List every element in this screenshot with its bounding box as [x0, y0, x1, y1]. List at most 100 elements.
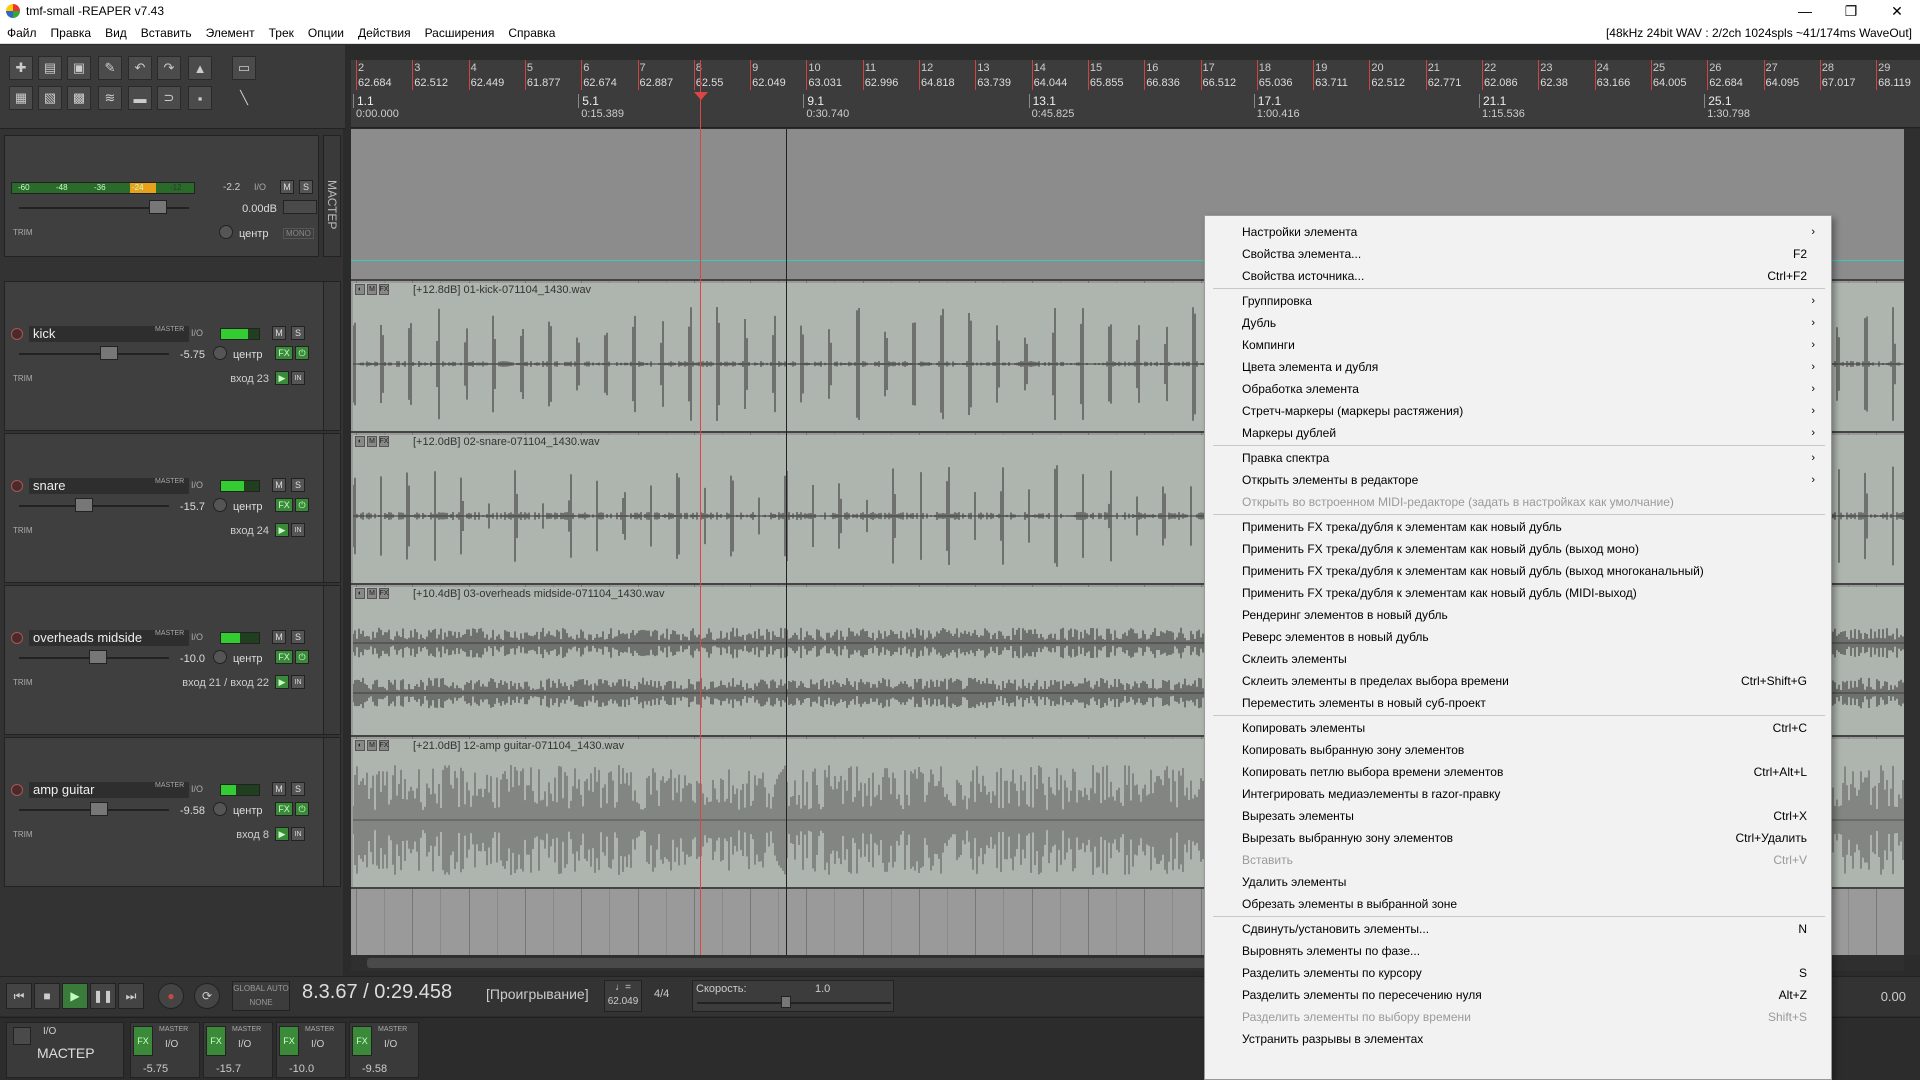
track-mute-button[interactable]: M — [272, 478, 286, 492]
track-input-monitor-button[interactable]: IN — [291, 675, 305, 689]
master-mono-button[interactable]: MONO — [283, 228, 314, 239]
context-menu-item[interactable]: Обработка элемента › — [1205, 378, 1831, 400]
context-menu-item[interactable]: Удалить элементы — [1205, 871, 1831, 893]
context-menu-item[interactable]: Склеить элементы в пределах выбора време… — [1205, 670, 1831, 692]
mixer-strip[interactable]: FX MASTER I/O -15.7 — [203, 1022, 273, 1078]
track-io-button[interactable]: I/O — [191, 328, 203, 338]
track-volume-fader[interactable] — [19, 353, 169, 355]
autoscroll-icon[interactable]: ⊃ — [157, 86, 181, 110]
minimize-button[interactable]: — — [1782, 0, 1828, 22]
track-mute-button[interactable]: M — [272, 782, 286, 796]
stop-icon[interactable]: ■ — [34, 983, 60, 1009]
track-monitor-icon[interactable]: ▶ — [275, 523, 289, 537]
speed-slider-knob[interactable] — [781, 996, 791, 1008]
context-menu-item[interactable]: Устранить разрывы в элементах — [1205, 1028, 1831, 1050]
track-mute-button[interactable]: M — [272, 630, 286, 644]
master-pan-knob[interactable] — [219, 225, 233, 239]
track-input[interactable]: вход 24 — [230, 525, 269, 537]
context-menu-item[interactable]: Копировать выбранную зону элементов — [1205, 739, 1831, 761]
track-fx-bypass-icon[interactable]: ⏻ — [295, 346, 309, 360]
context-menu-item[interactable]: Переместить элементы в новый суб-проект — [1205, 692, 1831, 714]
track-fx-button[interactable]: FX — [275, 650, 293, 664]
mixer-master-io[interactable]: I/O — [43, 1026, 56, 1037]
track-panel[interactable]: amp guitar MASTER I/O M S -9.58 центр FX ⏻ TRIM вх… — [4, 737, 337, 887]
menu-actions[interactable]: Действия — [351, 26, 418, 40]
track-input-monitor-button[interactable]: IN — [291, 827, 305, 841]
menu-insert[interactable]: Вставить — [134, 26, 199, 40]
tool-pen-icon[interactable]: ╲ — [232, 86, 256, 110]
menu-track[interactable]: Трек — [262, 26, 301, 40]
undo-icon[interactable]: ↶ — [128, 56, 152, 80]
track-trim-label[interactable]: TRIM — [13, 526, 33, 535]
track-panel[interactable]: overheads midside MASTER I/O M S -10.0 центр FX… — [4, 585, 337, 735]
menu-file[interactable]: Файл — [0, 26, 44, 40]
ruler-measure-marker[interactable]: 5.1 0:15.389 — [578, 94, 624, 120]
global-automation-button[interactable]: GLOBAL AUTO NONE — [232, 981, 290, 1011]
track-volume-knob[interactable] — [90, 802, 108, 816]
track-io-button[interactable]: I/O — [191, 632, 203, 642]
close-button[interactable]: ✕ — [1874, 0, 1920, 22]
save-project-icon[interactable]: ▣ — [67, 56, 91, 80]
track-solo-button[interactable]: S — [291, 326, 305, 340]
context-menu-item[interactable]: Обрезать элементы в выбранной зоне — [1205, 893, 1831, 915]
envelope-icon[interactable]: ▬ — [128, 86, 152, 110]
master-trim-label[interactable]: TRIM — [13, 228, 33, 237]
master-track[interactable]: -60 -48 -36 -24 -12 -2.2 I/O M S 0.00dB … — [4, 135, 319, 257]
track-fx-button[interactable]: FX — [275, 498, 293, 512]
record-icon[interactable]: ● — [158, 983, 184, 1009]
record-arm-icon[interactable] — [11, 480, 23, 492]
context-menu-item[interactable]: Применить FX трека/дубля к элементам как… — [1205, 582, 1831, 604]
mixer-strip[interactable]: FX MASTER I/O -5.75 — [130, 1022, 200, 1078]
track-panel[interactable]: snare MASTER I/O M S -15.7 центр FX ⏻ TRIM вход 24… — [4, 433, 337, 583]
context-menu-item[interactable]: Разделить элементы по пересечению нуля Al… — [1205, 984, 1831, 1006]
ruler-measure-marker[interactable]: 21.1 1:15.536 — [1479, 94, 1525, 120]
context-menu-item[interactable]: Настройки элемента › — [1205, 221, 1831, 243]
track-pan-knob[interactable] — [213, 498, 227, 512]
pause-icon[interactable]: ❚❚ — [90, 983, 116, 1009]
speed-slider[interactable] — [697, 1002, 891, 1004]
go-to-start-icon[interactable]: ⏮ — [6, 983, 32, 1009]
mixer-master-strip[interactable]: I/O МАСТЕР — [6, 1022, 124, 1078]
track-monitor-icon[interactable]: ▶ — [275, 371, 289, 385]
track-fx-bypass-icon[interactable]: ⏻ — [295, 650, 309, 664]
new-project-icon[interactable]: ✚ — [9, 56, 33, 80]
context-menu-item[interactable]: Применить FX трека/дубля к элементам как… — [1205, 560, 1831, 582]
track-monitor-icon[interactable]: ▶ — [275, 827, 289, 841]
track-solo-button[interactable]: S — [291, 782, 305, 796]
master-volume-knob[interactable] — [149, 200, 167, 214]
mixer-io-button[interactable]: I/O — [238, 1039, 251, 1050]
context-menu-item[interactable]: Рендеринг элементов в новый дубль — [1205, 604, 1831, 626]
mixer-master-fx-button[interactable] — [13, 1027, 31, 1045]
track-volume-knob[interactable] — [100, 346, 118, 360]
track-pan-knob[interactable] — [213, 346, 227, 360]
context-menu-item[interactable]: Склеить элементы — [1205, 648, 1831, 670]
menu-extensions[interactable]: Расширения — [418, 26, 502, 40]
track-volume-knob[interactable] — [89, 650, 107, 664]
context-menu-item[interactable]: Цвета элемента и дубля › — [1205, 356, 1831, 378]
mixer-strip[interactable]: FX MASTER I/O -10.0 — [276, 1022, 346, 1078]
go-to-end-icon[interactable]: ⏭ — [118, 983, 144, 1009]
menu-help[interactable]: Справка — [501, 26, 562, 40]
track-trim-label[interactable]: TRIM — [13, 374, 33, 383]
context-menu-item[interactable]: Вырезать выбранную зону элементов Ctrl+Уд… — [1205, 827, 1831, 849]
context-menu-item[interactable]: Копировать петлю выбора времени элементо… — [1205, 761, 1831, 783]
track-solo-button[interactable]: S — [291, 478, 305, 492]
context-menu-item[interactable]: Маркеры дублей › — [1205, 422, 1831, 444]
play-icon[interactable]: ▶ — [62, 983, 88, 1009]
mixer-fx-button[interactable]: FX — [352, 1026, 372, 1056]
context-menu-item[interactable]: Свойства источника... Ctrl+F2 — [1205, 265, 1831, 287]
ruler-measure-marker[interactable]: 17.1 1:00.416 — [1253, 94, 1300, 120]
context-menu-item[interactable]: Интегрировать медиаэлементы в razor-прав… — [1205, 783, 1831, 805]
context-menu-item[interactable]: Сдвинуть/установить элементы... N — [1205, 918, 1831, 940]
timeline-ruler[interactable]: 2 62.684 3 62.512 4 62.449 5 61.877 6 62.674 7 62.8… — [351, 60, 1920, 128]
record-arm-icon[interactable] — [11, 328, 23, 340]
track-mute-button[interactable]: M — [272, 326, 286, 340]
settings-wrench-icon[interactable]: ✎ — [98, 56, 122, 80]
track-trim-label[interactable]: TRIM — [13, 830, 33, 839]
menu-item[interactable]: Элемент — [199, 26, 262, 40]
maximize-button[interactable]: ❐ — [1828, 0, 1874, 22]
mixer-io-button[interactable]: I/O — [311, 1039, 324, 1050]
mixer-io-button[interactable]: I/O — [384, 1039, 397, 1050]
mixer-strip[interactable]: FX MASTER I/O -9.58 — [349, 1022, 419, 1078]
track-fx-bypass-icon[interactable]: ⏻ — [295, 802, 309, 816]
